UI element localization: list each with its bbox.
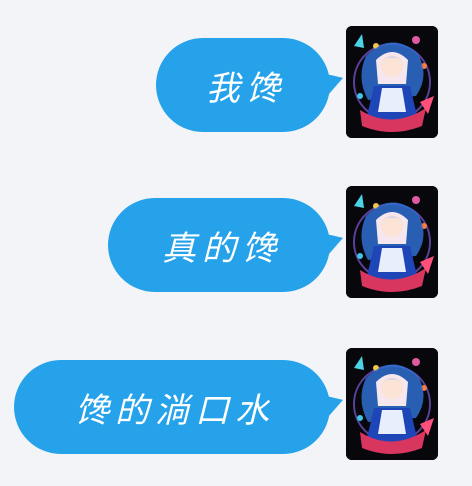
chat-bubble[interactable]: 真的馋	[108, 198, 330, 292]
user-avatar[interactable]	[346, 26, 438, 138]
message-row: 馋的淌口水	[0, 348, 472, 464]
message-row: 我馋	[0, 26, 472, 142]
message-text: 馋的淌口水	[75, 390, 275, 431]
anime-character-icon	[346, 26, 438, 138]
user-avatar[interactable]	[346, 186, 438, 298]
chat-bubble[interactable]: 我馋	[156, 38, 330, 132]
message-text: 我馋	[206, 68, 286, 109]
anime-character-icon	[346, 186, 438, 298]
message-row: 真的馋	[0, 186, 472, 302]
chat-thread: 我馋 真的馋 馋的淌口水	[0, 0, 472, 486]
message-text: 真的馋	[162, 228, 282, 269]
chat-bubble[interactable]: 馋的淌口水	[14, 360, 330, 454]
anime-character-icon	[346, 348, 438, 460]
user-avatar[interactable]	[346, 348, 438, 460]
